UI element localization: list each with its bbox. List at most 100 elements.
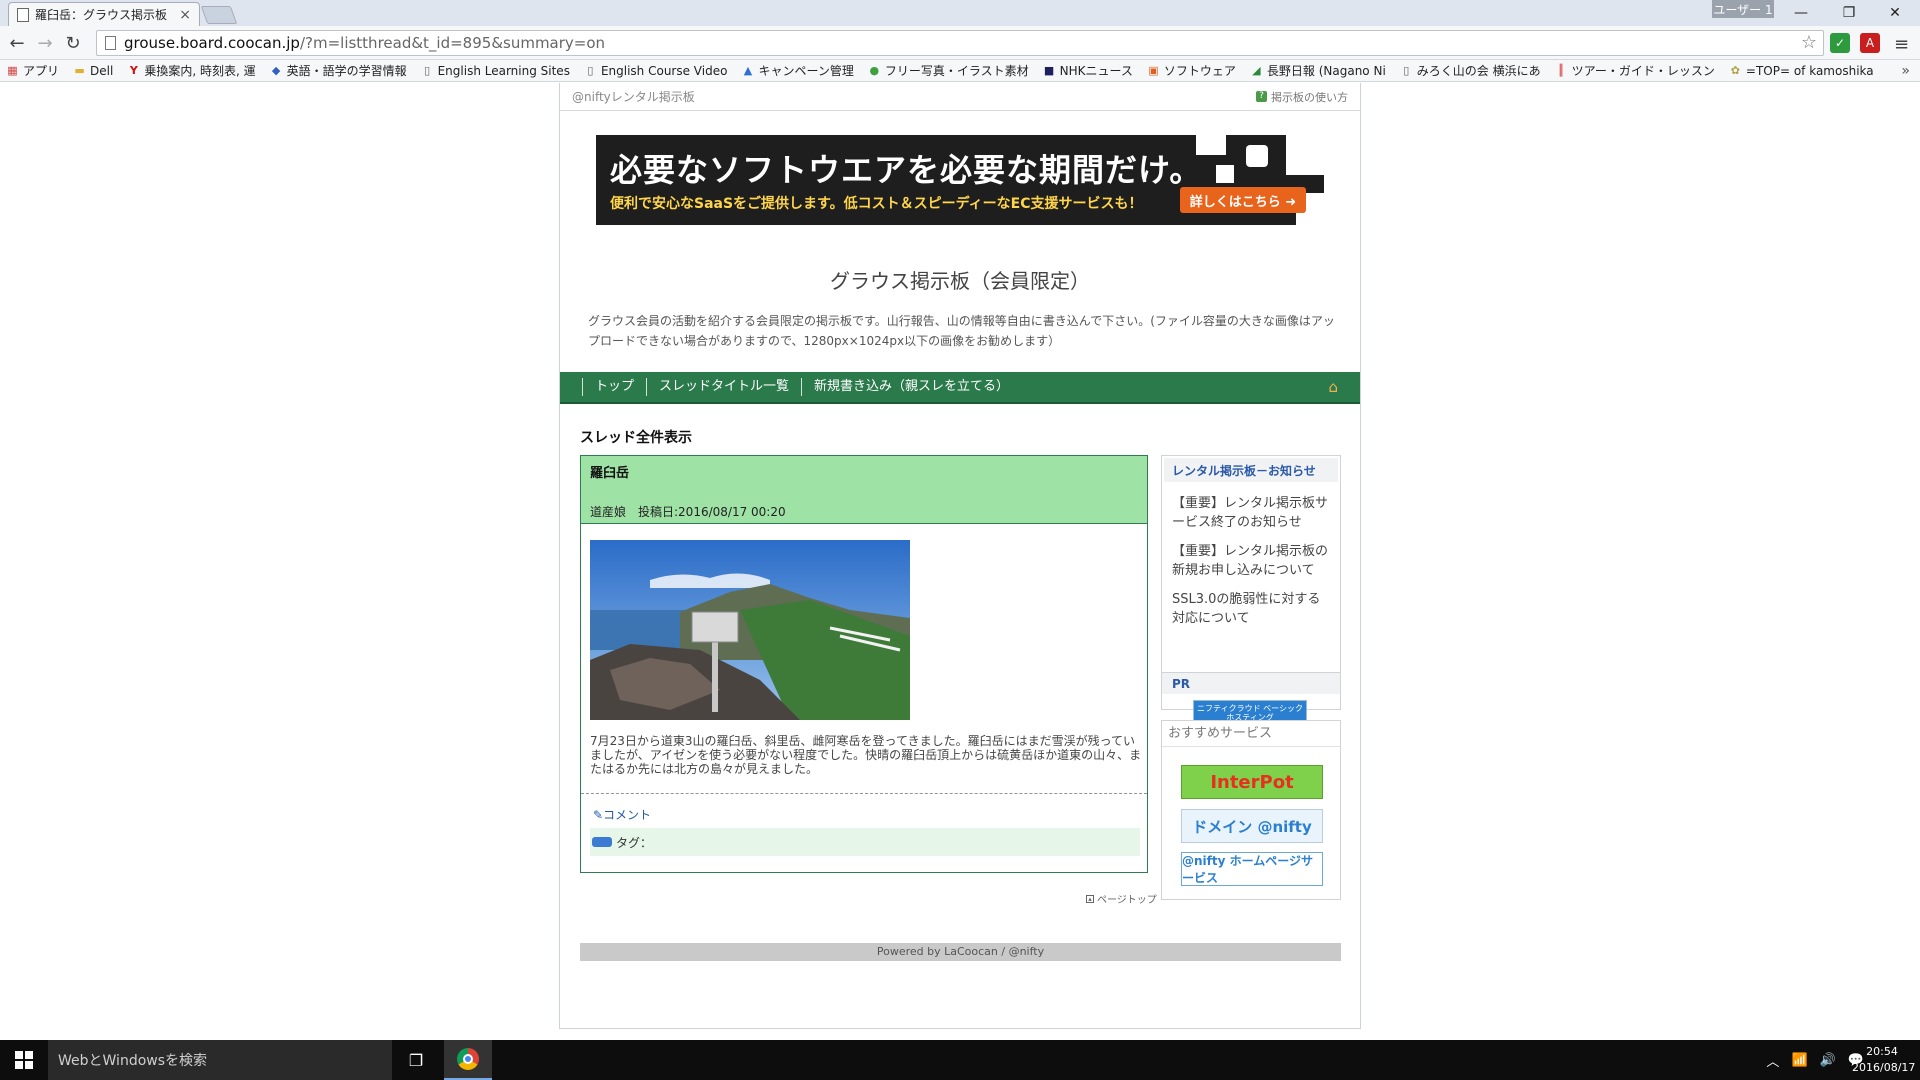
bookmark-item[interactable]: ▯ English Course Video [584, 64, 727, 78]
bookmark-item[interactable]: ▬ Dell [73, 64, 113, 78]
bookmark-label: Dell [90, 63, 114, 78]
recommend-box: おすすめサービス InterPot ドメイン @nifty @nifty ホーム… [1161, 720, 1341, 900]
page-top-link[interactable]: ▴ ページトップ [1086, 891, 1157, 906]
notice-item[interactable]: 【重要】レンタル掲示板サービス終了のお知らせ [1172, 494, 1330, 532]
windows-icon: ▣ [1148, 64, 1159, 77]
bookmark-item[interactable]: ▣ ソフトウェア [1147, 62, 1236, 79]
chrome-taskbar-button[interactable] [444, 1040, 492, 1080]
ad-banner[interactable]: 必要なソフトウエアを必要な期間だけ。 便利で安心なSaaSをご提供します。低コス… [596, 135, 1324, 225]
profile-button[interactable]: ユーザー 1 [1712, 0, 1774, 18]
page-header: @niftyレンタル掲示板 ? 掲示板の使い方 [560, 83, 1360, 111]
page-icon: ▯ [1403, 64, 1410, 77]
bookmark-item[interactable]: ◆ 英語・語学の学習情報 [270, 62, 407, 79]
url-path: /?m=listthread&t_id=895&summary=on [299, 34, 606, 52]
bookmark-label: フリー写真・イラスト素材 [884, 64, 1029, 78]
help-link[interactable]: ? 掲示板の使い方 [1256, 89, 1348, 105]
url-host: grouse.board.coocan.jp [124, 34, 300, 52]
recommend-header: おすすめサービス [1162, 721, 1340, 747]
bookmark-label: 乗換案内, 時刻表, 運 [144, 64, 256, 78]
service-label: @niftyレンタル掲示板 [572, 90, 695, 104]
nagano-icon: ◢ [1252, 64, 1261, 77]
bookmark-label: みろく山の会 横浜にあ [1416, 64, 1541, 78]
bookmark-item[interactable]: ■ NHKニュース [1043, 62, 1133, 79]
bookmark-label: アプリ [23, 64, 60, 78]
bookmarks-overflow-icon[interactable]: » [1901, 63, 1910, 79]
bookmark-label: 長野日報 (Nagano Ni [1266, 64, 1386, 78]
bookmark-item[interactable]: ▯ みろく山の会 横浜にあ [1400, 62, 1541, 79]
new-tab-button[interactable] [200, 6, 238, 24]
bookmark-label: キャンペーン管理 [758, 64, 854, 78]
board-description: グラウス会員の活動を紹介する会員限定の掲示板です。山行報告、山の情報等自由に書き… [588, 314, 1335, 348]
reload-button[interactable]: ↻ [62, 32, 84, 54]
volume-icon[interactable]: 🔊 [1820, 1053, 1836, 1068]
browser-tab[interactable]: 羅臼岳：グラウス掲示板（会 × [8, 2, 200, 26]
taskbar: WebとWindowsを検索 ❐ ︿ 📶 🔊 💬 20:54 2016/08/1… [0, 1040, 1920, 1080]
tray-overflow-icon[interactable]: ︿ [1766, 1051, 1779, 1070]
post-photo[interactable] [590, 540, 910, 720]
task-view-icon[interactable]: ❐ [400, 1050, 432, 1070]
notice-item[interactable]: 【重要】レンタル掲示板の新規お申し込みについて [1172, 542, 1330, 580]
adwords-icon: ▲ [743, 64, 753, 77]
tag-row: タグ： [590, 828, 1140, 856]
bookmark-label: 英語・語学の学習情報 [286, 64, 407, 78]
acrobat-extension-icon[interactable]: A [1860, 33, 1880, 53]
comment-link[interactable]: ✎コメント [593, 806, 651, 823]
tab-strip: 羅臼岳：グラウス掲示板（会 × ユーザー 1 — ❐ ✕ [0, 0, 1920, 26]
forward-button[interactable]: → [34, 32, 56, 54]
home-icon[interactable]: ⌂ [1328, 378, 1338, 396]
nhk-icon: ■ [1043, 64, 1055, 77]
taskbar-search[interactable]: WebとWindowsを検索 [48, 1040, 392, 1080]
bookmark-label: English Course Video [600, 63, 728, 78]
tab-title: 羅臼岳：グラウス掲示板（会 [35, 8, 175, 22]
close-window-button[interactable]: ✕ [1872, 0, 1918, 26]
apps-icon: ▦ [7, 64, 18, 77]
page-footer: Powered by LaCoocan / @nifty [580, 943, 1341, 961]
homepage-service-banner[interactable]: @nifty ホームページサービス [1181, 852, 1323, 886]
minimize-button[interactable]: — [1778, 0, 1824, 26]
bookmarks-bar: ▦ アプリ ▬ Dell Y 乗換案内, 時刻表, 運 ◆ 英語・語学の学習情報 ▯ Englis… [0, 60, 1920, 82]
notice-header: レンタル掲示板－お知らせ [1162, 456, 1340, 484]
arrow-up-icon: ▴ [1086, 894, 1094, 903]
page-icon: ▯ [424, 64, 431, 77]
nav-new-post[interactable]: 新規書き込み（親スレを立てる） [801, 378, 1021, 396]
bookmark-label: =TOP= of kamoshika [1745, 63, 1874, 78]
bookmark-star-icon[interactable]: ☆ [1801, 32, 1817, 53]
tab-close-icon[interactable]: × [179, 7, 191, 23]
ad-subline: 便利で安心なSaaSをご提供します。低コスト＆スピーディーなEC支援サービスも！ [610, 196, 1143, 212]
notice-item[interactable]: SSL3.0の脆弱性に対する対応について [1172, 590, 1330, 628]
notice-box: レンタル掲示板－お知らせ 【重要】レンタル掲示板サービス終了のお知らせ 【重要】… [1161, 455, 1341, 726]
tag-label: タグ： [616, 835, 653, 850]
bookmark-item[interactable]: ✿ =TOP= of kamoshika [1729, 64, 1874, 78]
bookmark-item[interactable]: ● フリー写真・イラスト素材 [868, 62, 1029, 79]
ad-details-button[interactable]: 詳しくはこちら ➜ [1180, 187, 1306, 213]
board-nav: トップ スレッドタイトル一覧 新規書き込み（親スレを立てる） ⌂ [560, 372, 1360, 404]
bookmark-item[interactable]: ▦ アプリ [6, 62, 59, 79]
start-button[interactable] [0, 1040, 48, 1080]
board-title: グラウス掲示板（会員限定） [830, 269, 1090, 293]
bookmark-item[interactable]: ◢ 長野日報 (Nagano Ni [1250, 62, 1386, 79]
restore-button[interactable]: ❐ [1826, 0, 1872, 26]
evernote-extension-icon[interactable]: ✓ [1830, 33, 1850, 53]
chrome-icon [457, 1048, 479, 1070]
nav-top[interactable]: トップ [582, 378, 646, 396]
back-button[interactable]: ← [6, 32, 28, 54]
taskbar-clock[interactable]: 20:54 2016/08/17 [1852, 1044, 1915, 1076]
address-bar[interactable]: grouse.board.coocan.jp /?m=listthread&t_… [96, 30, 1824, 56]
network-icon[interactable]: 📶 [1791, 1053, 1807, 1068]
bookmark-item[interactable]: ▲ キャンペーン管理 [741, 62, 854, 79]
yahoo-icon: Y [129, 64, 138, 77]
bookmark-item[interactable]: ▯ English Learning Sites [421, 64, 570, 78]
bookmark-item[interactable]: Y 乗換案内, 時刻表, 運 [127, 62, 256, 79]
bookmark-item[interactable]: ║ ツアー・ガイド・レッスン [1555, 62, 1715, 79]
domain-banner[interactable]: ドメイン @nifty [1181, 809, 1323, 843]
clock-time: 20:54 [1866, 1045, 1898, 1058]
chrome-menu-icon[interactable]: ≡ [1894, 34, 1909, 55]
help-link-label: 掲示板の使い方 [1271, 90, 1348, 104]
folder-icon: ▬ [74, 64, 85, 77]
puzzle-piece-decoration [1286, 135, 1324, 175]
nav-thread-list[interactable]: スレッドタイトル一覧 [646, 378, 801, 396]
windows-logo-icon [15, 1051, 33, 1069]
interpot-banner[interactable]: InterPot [1181, 765, 1323, 799]
tag-icon [592, 837, 612, 847]
browser-toolbar: ← → ↻ grouse.board.coocan.jp /?m=listthr… [0, 26, 1920, 60]
